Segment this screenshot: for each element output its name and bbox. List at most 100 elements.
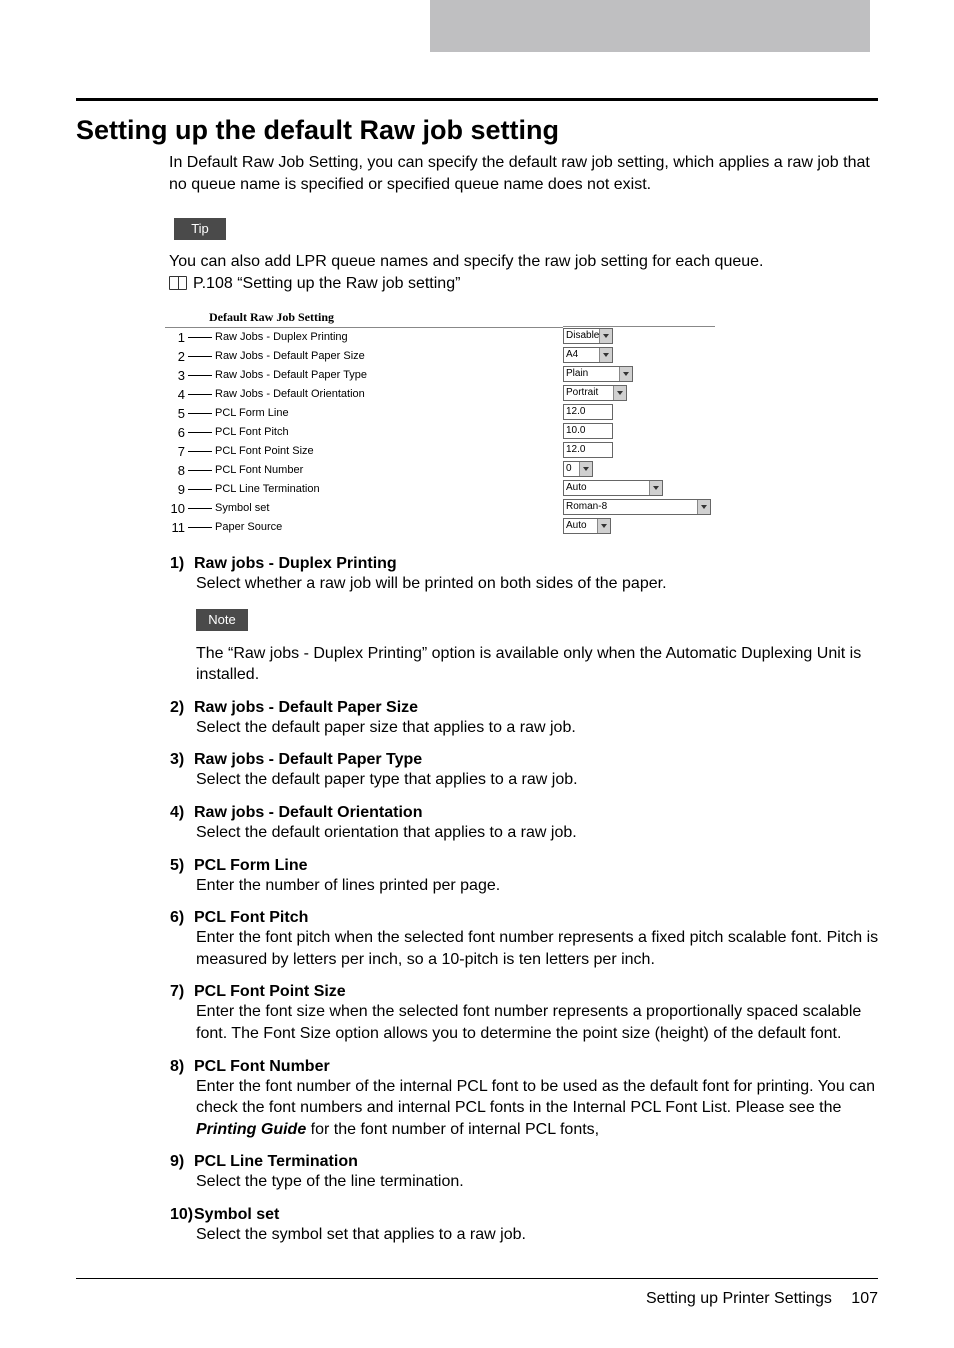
figure-control-cell: Disable	[563, 327, 715, 346]
figure-control-cell: Auto	[563, 479, 715, 498]
figure-row-number: 5	[165, 404, 185, 421]
dropdown-pcl-font-number[interactable]: 0	[563, 461, 593, 477]
figure-control-cell: 12.0	[563, 441, 715, 460]
item-10: 10)Symbol setSelect the symbol set that …	[170, 1206, 880, 1246]
tip-line1: You can also add LPR queue names and spe…	[169, 253, 763, 270]
figure-row-label: Raw Jobs - Default Paper Size	[215, 347, 365, 362]
footer-rule	[76, 1278, 878, 1279]
figure-control-cell: 12.0	[563, 403, 715, 422]
figure-control-cell: A4	[563, 346, 715, 365]
settings-figure: Default Raw Job Setting 1Raw Jobs - Dupl…	[165, 308, 725, 537]
dropdown-paper-source[interactable]: Auto	[563, 518, 611, 534]
figure-control-cell: Portrait	[563, 384, 715, 403]
item-body: Select the symbol set that applies to a …	[196, 1224, 880, 1246]
item-7: 7)PCL Font Point SizeEnter the font size…	[170, 983, 880, 1044]
leader-line	[188, 527, 212, 528]
leader-line	[188, 413, 212, 414]
figure-row: 8PCL Font Number	[165, 461, 563, 480]
figure-row-number: 4	[165, 385, 185, 402]
figure-header-spacer	[563, 308, 715, 327]
header-gray-bar	[430, 0, 870, 52]
header-rule	[76, 98, 878, 101]
figure-control-cell: Auto	[563, 517, 715, 536]
item-4: 4)Raw jobs - Default OrientationSelect t…	[170, 804, 880, 844]
tip-label-box: Tip	[174, 218, 226, 240]
dropdown-raw-jobs-default-orientation[interactable]: Portrait	[563, 385, 627, 401]
item-body: Enter the font number of the internal PC…	[196, 1076, 880, 1141]
figure-row-label: PCL Font Pitch	[215, 423, 289, 438]
item-body: Select the default orientation that appl…	[196, 822, 880, 844]
figure-row-label: Paper Source	[215, 518, 282, 533]
figure-row: 10 Symbol set	[165, 499, 563, 518]
dropdown-raw-jobs-default-paper-size[interactable]: A4	[563, 347, 613, 363]
item-heading: 6)PCL Font Pitch	[170, 909, 880, 927]
item-heading: 8)PCL Font Number	[170, 1058, 880, 1076]
note-label-box: Note	[196, 609, 248, 631]
page-heading: Setting up the default Raw job setting	[76, 115, 559, 146]
item-heading: 4)Raw jobs - Default Orientation	[170, 804, 880, 822]
figure-row: 3Raw Jobs - Default Paper Type	[165, 366, 563, 385]
item-body: Enter the font size when the selected fo…	[196, 1001, 880, 1044]
textfield-pcl-font-pitch[interactable]: 10.0	[563, 423, 613, 439]
tip-line2-link[interactable]: P.108 “Setting up the Raw job setting”	[193, 275, 460, 292]
figure-row-number: 10	[165, 499, 185, 516]
figure-control-cell: 10.0	[563, 422, 715, 441]
item-5: 5)PCL Form LineEnter the number of lines…	[170, 857, 880, 897]
leader-line	[188, 394, 212, 395]
items-list: 1)Raw jobs - Duplex PrintingSelect wheth…	[170, 555, 880, 1259]
book-icon	[169, 276, 187, 290]
figure-control-cell: Plain	[563, 365, 715, 384]
textfield-pcl-form-line[interactable]: 12.0	[563, 404, 613, 420]
figure-control-cell: Roman-8	[563, 498, 715, 517]
item-3: 3)Raw jobs - Default Paper TypeSelect th…	[170, 751, 880, 791]
item-9: 9)PCL Line TerminationSelect the type of…	[170, 1153, 880, 1193]
item-2: 2)Raw jobs - Default Paper SizeSelect th…	[170, 699, 880, 739]
leader-line	[188, 356, 212, 357]
item-heading: 3)Raw jobs - Default Paper Type	[170, 751, 880, 769]
textfield-pcl-font-point-size[interactable]: 12.0	[563, 442, 613, 458]
page-number: 107	[851, 1290, 878, 1307]
note-body: The “Raw jobs - Duplex Printing” option …	[196, 643, 880, 686]
figure-row: 5 PCL Form Line	[165, 404, 563, 423]
item-body: Enter the font pitch when the selected f…	[196, 927, 880, 970]
item-heading: 1)Raw jobs - Duplex Printing	[170, 555, 880, 573]
figure-row: 1Raw Jobs - Duplex Printing	[165, 328, 563, 347]
intro-paragraph: In Default Raw Job Setting, you can spec…	[169, 152, 879, 195]
dropdown-raw-jobs-duplex-printing[interactable]: Disable	[563, 328, 613, 344]
figure-row-number: 11	[165, 518, 185, 535]
figure-row-label: PCL Line Termination	[215, 480, 320, 495]
figure-row: 2 Raw Jobs - Default Paper Size	[165, 347, 563, 366]
leader-line	[188, 470, 212, 471]
leader-line	[188, 432, 212, 433]
footer-text: Setting up Printer Settings	[646, 1290, 832, 1307]
figure-row-label: PCL Font Number	[215, 461, 303, 476]
dropdown-symbol-set[interactable]: Roman-8	[563, 499, 711, 515]
figure-row: 6 PCL Font Pitch	[165, 423, 563, 442]
figure-row-number: 3	[165, 366, 185, 383]
figure-row: 11 Paper Source	[165, 518, 563, 537]
dropdown-raw-jobs-default-paper-type[interactable]: Plain	[563, 366, 633, 382]
item-body: Select the type of the line termination.	[196, 1171, 880, 1193]
figure-row-number: 2	[165, 347, 185, 364]
leader-line	[188, 489, 212, 490]
item-heading: 2)Raw jobs - Default Paper Size	[170, 699, 880, 717]
figure-row: 9PCL Line Termination	[165, 480, 563, 499]
item-heading: 5)PCL Form Line	[170, 857, 880, 875]
figure-row-label: Raw Jobs - Default Orientation	[215, 385, 365, 400]
figure-row-label: PCL Form Line	[215, 404, 289, 419]
item-heading: 7)PCL Font Point Size	[170, 983, 880, 1001]
item-heading: 9)PCL Line Termination	[170, 1153, 880, 1171]
leader-line	[188, 451, 212, 452]
figure-row-label: Symbol set	[215, 499, 269, 514]
item-1: 1)Raw jobs - Duplex PrintingSelect wheth…	[170, 555, 880, 686]
item-8: 8)PCL Font NumberEnter the font number o…	[170, 1058, 880, 1141]
figure-row-number: 1	[165, 328, 185, 345]
item-body: Select whether a raw job will be printed…	[196, 573, 880, 595]
dropdown-pcl-line-termination[interactable]: Auto	[563, 480, 663, 496]
leader-line	[188, 508, 212, 509]
item-6: 6)PCL Font PitchEnter the font pitch whe…	[170, 909, 880, 970]
figure-row: 7PCL Font Point Size	[165, 442, 563, 461]
figure-row-number: 6	[165, 423, 185, 440]
item-heading: 10)Symbol set	[170, 1206, 880, 1224]
figure-row: 4 Raw Jobs - Default Orientation	[165, 385, 563, 404]
